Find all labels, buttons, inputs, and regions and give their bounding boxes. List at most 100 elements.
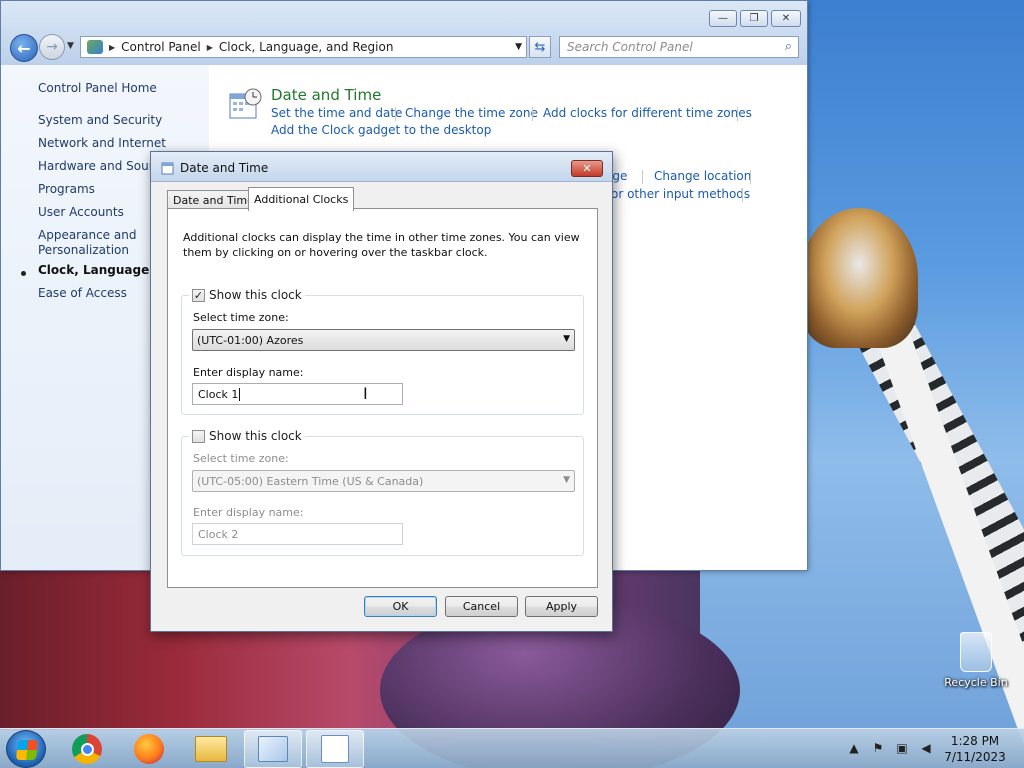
action-center-flag-icon[interactable]: ⚑ bbox=[870, 740, 886, 756]
date-time-dialog: Date and Time ✕ Date and Time Additional… bbox=[150, 151, 613, 632]
wallpaper-tower-leg bbox=[841, 285, 1024, 768]
minimize-button[interactable]: — bbox=[709, 10, 737, 27]
sidebar-item-network[interactable]: Network and Internet bbox=[38, 136, 166, 150]
clock2-timezone-select[interactable]: (UTC-05:00) Eastern Time (US & Canada) ▼ bbox=[192, 470, 575, 492]
clock2-show-label[interactable]: Show this clock bbox=[209, 429, 302, 443]
refresh-button[interactable]: ⇆ bbox=[529, 36, 551, 58]
category-title[interactable]: Date and Time bbox=[271, 86, 381, 104]
start-button[interactable] bbox=[6, 730, 46, 768]
date-time-icon bbox=[229, 88, 262, 119]
clock2-timezone-label: Select time zone: bbox=[193, 452, 289, 465]
clock2-display-name-label: Enter display name: bbox=[193, 506, 304, 519]
dropdown-arrow-icon[interactable]: ▼ bbox=[563, 475, 570, 485]
search-placeholder: Search Control Panel bbox=[567, 40, 693, 54]
recent-pages-dropdown[interactable]: ▼ bbox=[67, 41, 74, 51]
search-icon[interactable]: ⌕ bbox=[785, 39, 792, 54]
clock2-display-name-input[interactable]: Clock 2 bbox=[192, 523, 403, 545]
address-bar[interactable]: ▶ Control Panel ▶ Clock, Language, and R… bbox=[80, 36, 527, 58]
clock1-timezone-select[interactable]: (UTC-01:00) Azores ▼ bbox=[192, 329, 575, 351]
sidebar-item-programs[interactable]: Programs bbox=[38, 182, 95, 196]
clock-time[interactable]: 1:28 PM bbox=[940, 733, 1010, 749]
forward-arrow-icon: → bbox=[46, 39, 58, 55]
recycle-bin-icon[interactable] bbox=[960, 632, 992, 672]
address-dropdown-icon[interactable]: ▼ bbox=[515, 42, 522, 52]
clock1-display-name-input[interactable]: Clock 1 bbox=[192, 383, 403, 405]
add-clock-gadget-link[interactable]: Add the Clock gadget to the desktop bbox=[271, 123, 491, 137]
clock2-show-checkbox[interactable]: Show this clock bbox=[189, 429, 305, 443]
date-time-icon bbox=[161, 162, 174, 175]
breadcrumb-arrow-icon[interactable]: ▶ bbox=[207, 43, 213, 52]
taskbar: ▲ ⚑ ▣ ◀ 1:28 PM 7/11/2023 bbox=[0, 728, 1024, 768]
clock1-display-name-label: Enter display name: bbox=[193, 366, 304, 379]
active-item-bullet bbox=[21, 271, 26, 276]
breadcrumb-clock-language-region[interactable]: Clock, Language, and Region bbox=[219, 40, 394, 54]
taskbar-explorer[interactable] bbox=[182, 730, 240, 768]
link-separator bbox=[742, 188, 743, 202]
taskbar-date-time[interactable] bbox=[306, 730, 364, 768]
network-icon[interactable]: ▣ bbox=[894, 740, 910, 756]
dialog-body: Date and Time Additional Clocks Addition… bbox=[157, 182, 606, 623]
ok-button[interactable]: OK bbox=[364, 596, 437, 617]
link-separator bbox=[395, 107, 396, 121]
taskbar-control-panel[interactable] bbox=[244, 730, 302, 768]
chrome-icon bbox=[72, 734, 102, 764]
clock1-show-label[interactable]: Show this clock bbox=[209, 288, 302, 302]
control-panel-toolbar: — ❐ ✕ ← → ▼ ▶ Control Panel ▶ Clock, Lan… bbox=[1, 1, 807, 65]
show-hidden-icons-icon[interactable]: ▲ bbox=[846, 740, 862, 756]
dialog-titlebar[interactable]: Date and Time ✕ bbox=[151, 152, 612, 182]
clock1-show-checkbox[interactable]: ✓ Show this clock bbox=[189, 288, 305, 302]
taskbar-firefox[interactable] bbox=[120, 730, 178, 768]
tab-additional-clocks[interactable]: Additional Clocks bbox=[248, 187, 355, 211]
breadcrumb-control-panel[interactable]: Control Panel bbox=[121, 40, 201, 54]
set-time-date-link[interactable]: Set the time and date bbox=[271, 106, 402, 120]
description-text: Additional clocks can display the time i… bbox=[183, 231, 580, 259]
additional-clocks-panel: Additional clocks can display the time i… bbox=[167, 208, 598, 588]
breadcrumb-arrow-icon[interactable]: ▶ bbox=[109, 43, 115, 52]
recycle-bin-label[interactable]: Recycle Bin bbox=[944, 676, 1008, 689]
back-button[interactable]: ← bbox=[10, 34, 38, 62]
link-separator bbox=[737, 107, 738, 121]
clock1-display-name-value: Clock 1 bbox=[198, 387, 239, 401]
clock2-display-name-value: Clock 2 bbox=[198, 527, 239, 541]
window-controls: — ❐ ✕ bbox=[709, 10, 801, 27]
change-time-zone-link[interactable]: Change the time zone bbox=[405, 106, 538, 120]
control-panel-icon bbox=[87, 40, 103, 54]
taskbar-chrome[interactable] bbox=[58, 730, 116, 768]
checkbox-unchecked-icon[interactable] bbox=[192, 429, 205, 443]
firefox-icon bbox=[134, 734, 164, 764]
dialog-title: Date and Time bbox=[180, 161, 269, 175]
clock-date[interactable]: 7/11/2023 bbox=[940, 749, 1010, 765]
text-caret bbox=[239, 387, 241, 401]
windows-logo-icon bbox=[15, 740, 39, 760]
sidebar-home-link[interactable]: Control Panel Home bbox=[38, 81, 157, 95]
clock2-timezone-value: (UTC-05:00) Eastern Time (US & Canada) bbox=[197, 474, 424, 488]
search-input[interactable]: Search Control Panel ⌕ bbox=[559, 36, 799, 58]
dropdown-arrow-icon[interactable]: ▼ bbox=[563, 334, 570, 344]
close-button[interactable]: ✕ bbox=[771, 10, 801, 27]
sidebar-item-user-accounts[interactable]: User Accounts bbox=[38, 205, 124, 219]
change-location-link[interactable]: Change location bbox=[654, 169, 751, 183]
sidebar-item-system-security[interactable]: System and Security bbox=[38, 113, 162, 127]
volume-muted-icon[interactable]: ◀ bbox=[918, 740, 934, 756]
add-clocks-link[interactable]: Add clocks for different time zones bbox=[543, 106, 752, 120]
back-arrow-icon: ← bbox=[17, 38, 31, 58]
forward-button[interactable]: → bbox=[39, 34, 65, 60]
taskbar-clock[interactable]: 1:28 PM 7/11/2023 bbox=[940, 733, 1010, 765]
checkbox-checked-icon[interactable]: ✓ bbox=[192, 288, 205, 302]
cancel-button[interactable]: Cancel bbox=[445, 596, 518, 617]
apply-button[interactable]: Apply bbox=[525, 596, 598, 617]
tab-date-and-time[interactable]: Date and Time bbox=[167, 190, 260, 210]
sidebar-item-ease-of-access[interactable]: Ease of Access bbox=[38, 286, 127, 300]
close-icon: ✕ bbox=[582, 162, 592, 175]
folder-icon bbox=[195, 736, 227, 762]
control-panel-icon bbox=[258, 736, 288, 762]
sidebar-item-appearance[interactable]: Appearance and Personalization bbox=[38, 228, 136, 258]
sidebar-item-hardware[interactable]: Hardware and Sound bbox=[38, 159, 164, 173]
maximize-button[interactable]: ❐ bbox=[740, 10, 768, 27]
link-separator bbox=[642, 170, 643, 184]
dialog-close-button[interactable]: ✕ bbox=[571, 160, 603, 177]
recycle-bin[interactable]: Recycle Bin bbox=[944, 632, 1008, 689]
input-methods-link-partial[interactable]: or other input methods bbox=[611, 187, 750, 201]
clock1-timezone-label: Select time zone: bbox=[193, 311, 289, 324]
system-tray: ▲ ⚑ ▣ ◀ bbox=[846, 740, 934, 756]
